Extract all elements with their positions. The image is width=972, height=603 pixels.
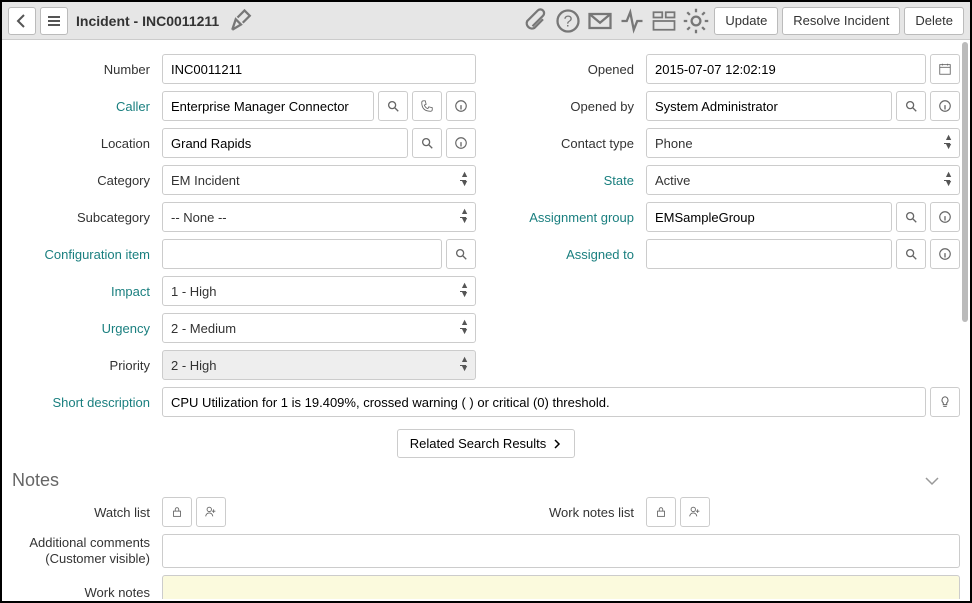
caller-info-icon[interactable] — [446, 91, 476, 121]
notes-section-title: Notes — [12, 470, 59, 491]
worknoteslist-adduser-icon[interactable] — [680, 497, 710, 527]
group-lookup-icon[interactable] — [896, 202, 926, 232]
calendar-icon[interactable] — [930, 54, 960, 84]
config-item-input[interactable] — [162, 239, 442, 269]
attachment-icon[interactable] — [522, 7, 550, 35]
opened-label: Opened — [496, 62, 646, 77]
caller-phone-icon[interactable] — [412, 91, 442, 121]
delete-button[interactable]: Delete — [904, 7, 964, 35]
assigned-input[interactable] — [646, 239, 892, 269]
category-label: Category — [12, 173, 162, 188]
priority-select[interactable]: 2 - High▲▼ — [162, 350, 476, 380]
state-select[interactable]: Active▲▼ — [646, 165, 960, 195]
number-input[interactable] — [162, 54, 476, 84]
worknotes-textarea[interactable] — [162, 575, 960, 599]
location-info-icon[interactable] — [446, 128, 476, 158]
back-button[interactable] — [8, 7, 36, 35]
assigned-lookup-icon[interactable] — [896, 239, 926, 269]
config-lookup-icon[interactable] — [446, 239, 476, 269]
config-item-label: Configuration item — [12, 247, 162, 262]
group-label: Assignment group — [496, 210, 646, 225]
edit-title-icon[interactable] — [227, 7, 255, 35]
header-toolbar: Incident - INC0011211 ? Update Resolve I… — [2, 2, 970, 40]
openedby-input[interactable] — [646, 91, 892, 121]
related-search-button[interactable]: Related Search Results — [397, 429, 576, 458]
subcategory-label: Subcategory — [12, 210, 162, 225]
shortdesc-label: Short description — [12, 395, 162, 410]
caller-label: Caller — [12, 99, 162, 114]
contact-label: Contact type — [496, 136, 646, 151]
worknoteslist-label: Work notes list — [496, 505, 646, 520]
number-label: Number — [12, 62, 162, 77]
page-title: Incident - INC0011211 — [76, 13, 219, 29]
notes-collapse-icon[interactable] — [924, 470, 960, 491]
location-label: Location — [12, 136, 162, 151]
group-info-icon[interactable] — [930, 202, 960, 232]
help-icon[interactable]: ? — [554, 7, 582, 35]
openedby-info-icon[interactable] — [930, 91, 960, 121]
worknoteslist-lock-icon[interactable] — [646, 497, 676, 527]
opened-input[interactable] — [646, 54, 926, 84]
location-lookup-icon[interactable] — [412, 128, 442, 158]
caller-lookup-icon[interactable] — [378, 91, 408, 121]
category-select[interactable]: EM Incident▲▼ — [162, 165, 476, 195]
worknotes-label: Work notes — [12, 585, 162, 600]
comments-label: Additional comments (Customer visible) — [12, 535, 162, 566]
impact-select[interactable]: 1 - High▲▼ — [162, 276, 476, 306]
urgency-label: Urgency — [12, 321, 162, 336]
assigned-info-icon[interactable] — [930, 239, 960, 269]
caller-input[interactable] — [162, 91, 374, 121]
menu-button[interactable] — [40, 7, 68, 35]
contact-select[interactable]: Phone▲▼ — [646, 128, 960, 158]
watchlist-label: Watch list — [12, 505, 162, 520]
update-button[interactable]: Update — [714, 7, 778, 35]
suggestion-icon[interactable] — [930, 387, 960, 417]
left-column: Number Caller Location CategoryEM Incide… — [12, 54, 476, 387]
watchlist-lock-icon[interactable] — [162, 497, 192, 527]
watchlist-adduser-icon[interactable] — [196, 497, 226, 527]
location-input[interactable] — [162, 128, 408, 158]
assigned-label: Assigned to — [496, 247, 646, 262]
subcategory-select[interactable]: -- None --▲▼ — [162, 202, 476, 232]
shortdesc-input[interactable] — [162, 387, 926, 417]
priority-label: Priority — [12, 358, 162, 373]
settings-icon[interactable] — [682, 7, 710, 35]
resolve-button[interactable]: Resolve Incident — [782, 7, 900, 35]
openedby-lookup-icon[interactable] — [896, 91, 926, 121]
email-icon[interactable] — [586, 7, 614, 35]
svg-text:?: ? — [564, 13, 573, 30]
template-icon[interactable] — [650, 7, 678, 35]
scrollbar[interactable] — [962, 42, 968, 322]
comments-textarea[interactable] — [162, 534, 960, 568]
state-label: State — [496, 173, 646, 188]
right-column: Opened Opened by Contact typePhone▲▼ Sta… — [496, 54, 960, 387]
group-input[interactable] — [646, 202, 892, 232]
openedby-label: Opened by — [496, 99, 646, 114]
form-content: Number Caller Location CategoryEM Incide… — [2, 40, 970, 599]
impact-label: Impact — [12, 284, 162, 299]
urgency-select[interactable]: 2 - Medium▲▼ — [162, 313, 476, 343]
activity-stream-icon[interactable] — [618, 7, 646, 35]
